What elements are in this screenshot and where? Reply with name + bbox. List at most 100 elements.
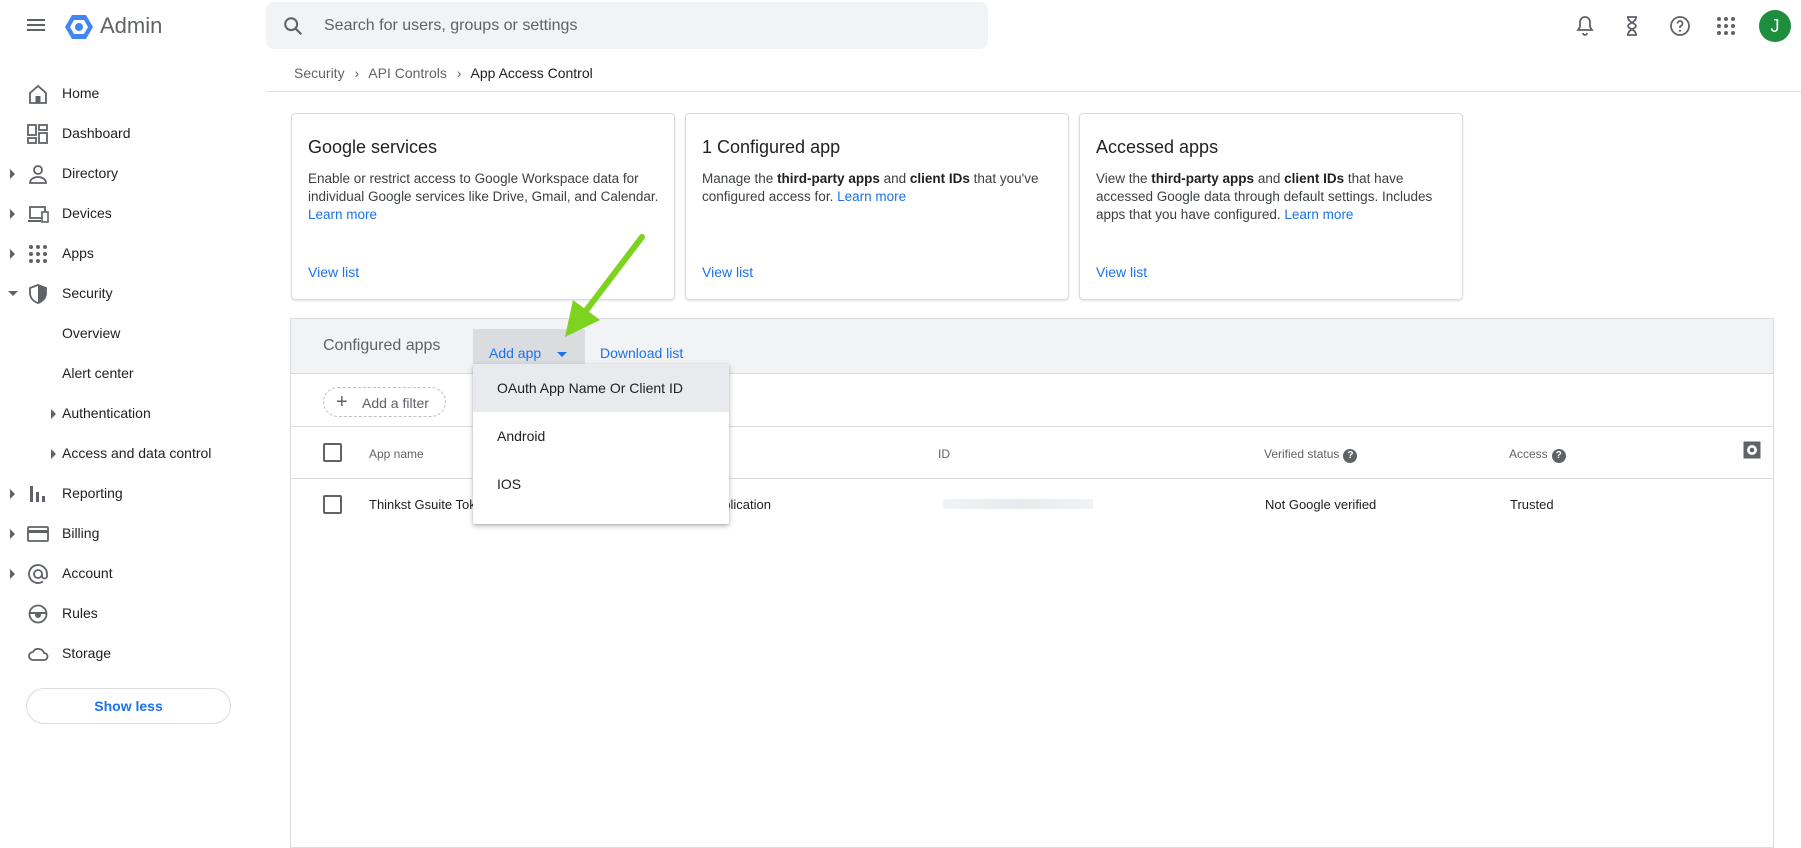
card-description-bold: third-party apps xyxy=(1151,171,1255,186)
search-bar[interactable] xyxy=(266,2,988,49)
sidebar-item-label: Home xyxy=(62,85,100,101)
expand-arrow-icon[interactable] xyxy=(10,489,15,499)
sidebar-item-access-and-data-control[interactable]: Access and data control xyxy=(0,434,256,474)
column-header-verified-status[interactable]: Verified status? xyxy=(1264,447,1358,463)
help-icon[interactable] xyxy=(1668,14,1692,38)
expand-arrow-icon[interactable] xyxy=(10,209,15,219)
avatar[interactable]: J xyxy=(1759,10,1791,42)
card-description: Manage the third-party apps and client I… xyxy=(702,170,1058,206)
help-icon[interactable]: ? xyxy=(1551,449,1566,463)
sidebar-item-label: Storage xyxy=(62,645,112,661)
add-app-label: Add app xyxy=(489,345,542,361)
sidebar-item-home[interactable]: Home xyxy=(0,74,256,114)
main-menu-icon[interactable] xyxy=(24,16,48,36)
column-header-access[interactable]: Access? xyxy=(1509,447,1566,463)
menu-item-oauth-app[interactable]: OAuth App Name Or Client ID xyxy=(473,364,729,412)
card-description-text: View the xyxy=(1096,171,1152,186)
view-list-link[interactable]: View list xyxy=(308,264,359,280)
help-icon[interactable]: ? xyxy=(1343,449,1358,463)
plus-icon: + xyxy=(336,391,348,413)
dropdown-caret-icon xyxy=(557,352,567,357)
cell-app-name[interactable]: Thinkst Gsuite Tok xyxy=(369,497,476,512)
card-description-text: and xyxy=(879,171,910,186)
download-list-button[interactable]: Download list xyxy=(600,345,683,361)
sidebar-item-label: Billing xyxy=(62,525,100,541)
sidebar-item-label: Apps xyxy=(62,245,94,261)
sidebar-item-directory[interactable]: Directory xyxy=(0,154,256,194)
sidebar-item-label: Reporting xyxy=(62,485,123,501)
view-list-link[interactable]: View list xyxy=(702,264,753,280)
shield-icon xyxy=(29,284,47,304)
bar-chart-icon xyxy=(30,486,45,502)
google-services-card: Google services Enable or restrict acces… xyxy=(291,113,675,300)
column-header-label: Verified status xyxy=(1264,447,1340,461)
add-filter-label: Add a filter xyxy=(362,395,429,411)
chevron-right-icon: › xyxy=(456,65,462,81)
sidebar-item-devices[interactable]: Devices xyxy=(0,194,256,234)
card-description-text: and xyxy=(1254,171,1285,186)
sidebar-item-billing[interactable]: Billing xyxy=(0,514,256,554)
select-all-checkbox[interactable] xyxy=(323,443,342,462)
expand-arrow-icon[interactable] xyxy=(10,169,15,179)
row-checkbox[interactable] xyxy=(323,495,342,514)
card-description-text: Manage the xyxy=(702,171,778,186)
menu-item-ios[interactable]: IOS xyxy=(473,460,729,508)
view-list-link[interactable]: View list xyxy=(1096,264,1147,280)
collapse-arrow-icon[interactable] xyxy=(8,291,18,296)
sidebar-item-authentication[interactable]: Authentication xyxy=(0,394,256,434)
menu-item-label: Android xyxy=(497,428,546,444)
card-description-bold: client IDs xyxy=(909,171,970,186)
add-filter-button[interactable]: + Add a filter xyxy=(323,387,446,417)
column-settings-gear-icon[interactable] xyxy=(1743,441,1761,459)
expand-arrow-icon[interactable] xyxy=(10,529,15,539)
column-header-id[interactable]: ID xyxy=(938,447,950,461)
sidebar-item-security[interactable]: Security xyxy=(0,274,256,314)
sidebar-item-alert-center[interactable]: Alert center xyxy=(0,354,256,394)
notifications-icon[interactable] xyxy=(1573,14,1597,38)
apps-launcher-icon[interactable] xyxy=(1714,14,1738,38)
card-description-bold: client IDs xyxy=(1284,171,1345,186)
card-description: Enable or restrict access to Google Work… xyxy=(308,170,664,224)
breadcrumb-item-current: App Access Control xyxy=(470,65,593,81)
card-title: 1 Configured app xyxy=(702,137,841,157)
add-app-dropdown-menu: OAuth App Name Or Client ID Android IOS xyxy=(473,364,729,524)
sidebar-item-label: Overview xyxy=(62,325,121,341)
sidebar-item-apps[interactable]: Apps xyxy=(0,234,256,274)
column-header-app-name[interactable]: App name xyxy=(369,447,424,461)
panel-title: Configured apps xyxy=(323,337,441,354)
breadcrumb-item-security[interactable]: Security xyxy=(294,65,345,81)
expand-arrow-icon[interactable] xyxy=(10,249,15,259)
admin-logo-icon xyxy=(65,15,93,39)
hourglass-icon[interactable] xyxy=(1620,14,1644,38)
card-title: Google services xyxy=(308,137,438,157)
show-less-button[interactable]: Show less xyxy=(26,688,231,724)
card-description-bold: third-party apps xyxy=(777,171,880,186)
sidebar-item-dashboard[interactable]: Dashboard xyxy=(0,114,256,154)
breadcrumb-item-api-controls[interactable]: API Controls xyxy=(368,65,447,81)
expand-arrow-icon[interactable] xyxy=(51,449,56,459)
search-icon xyxy=(284,17,303,36)
cell-access: Trusted xyxy=(1510,497,1554,512)
card-description: View the third-party apps and client IDs… xyxy=(1096,170,1452,224)
sidebar-item-label: Security xyxy=(62,285,113,301)
sidebar-item-overview[interactable]: Overview xyxy=(0,314,256,354)
sidebar-item-reporting[interactable]: Reporting xyxy=(0,474,256,514)
divider xyxy=(266,91,1801,92)
steering-icon xyxy=(28,604,48,624)
learn-more-link[interactable]: Learn more xyxy=(308,207,377,222)
sidebar-item-label: Rules xyxy=(62,605,98,621)
sidebar-item-storage[interactable]: Storage xyxy=(0,634,256,674)
search-input[interactable] xyxy=(324,2,964,49)
learn-more-link[interactable]: Learn more xyxy=(1284,207,1353,222)
person-icon xyxy=(29,165,47,184)
menu-item-label: OAuth App Name Or Client ID xyxy=(497,380,683,396)
sidebar-item-account[interactable]: Account xyxy=(0,554,256,594)
top-bar: Admin J xyxy=(0,0,1801,52)
expand-arrow-icon[interactable] xyxy=(10,569,15,579)
devices-icon xyxy=(28,206,49,223)
sidebar-item-rules[interactable]: Rules xyxy=(0,594,256,634)
card-description-text: Enable or restrict access to Google Work… xyxy=(308,171,659,204)
learn-more-link[interactable]: Learn more xyxy=(837,189,906,204)
expand-arrow-icon[interactable] xyxy=(51,409,56,419)
menu-item-android[interactable]: Android xyxy=(473,412,729,460)
